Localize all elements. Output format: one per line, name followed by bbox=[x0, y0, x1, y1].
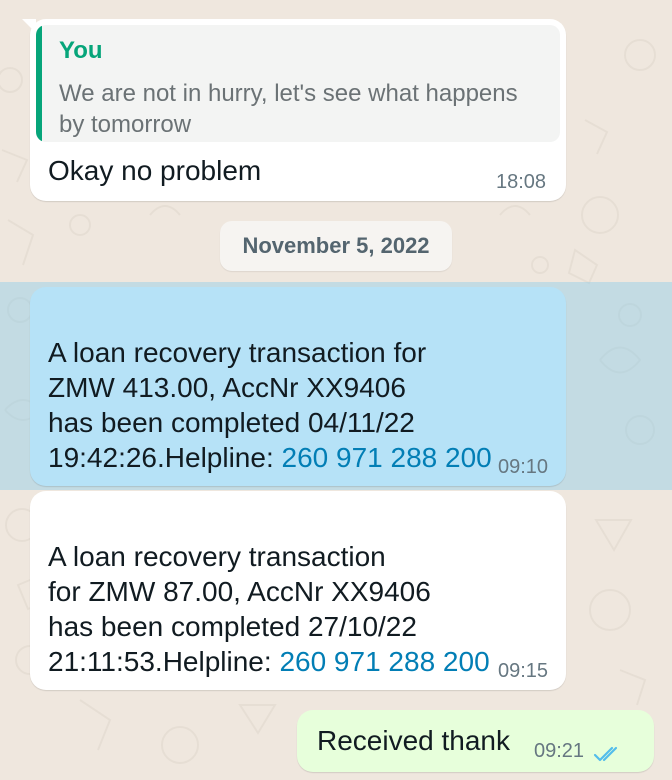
chat-conversation[interactable]: You We are not in hurry, let's see what … bbox=[0, 0, 672, 780]
helpline-phone-link[interactable]: 260 971 288 200 bbox=[282, 442, 492, 473]
message-time: 09:21 bbox=[534, 740, 585, 762]
message-text: Okay no problem bbox=[48, 155, 262, 186]
message-time: 09:15 bbox=[498, 660, 549, 682]
double-check-read-icon bbox=[593, 746, 618, 762]
quote-accent-bar bbox=[36, 25, 42, 142]
quoted-message[interactable]: You We are not in hurry, let's see what … bbox=[36, 25, 560, 142]
message-text: A loan recovery transaction for ZMW 413.… bbox=[48, 300, 492, 475]
quoted-text: We are not in hurry, let's see what happ… bbox=[59, 80, 518, 138]
message-time: 18:08 bbox=[496, 171, 547, 193]
message-text: Received thank bbox=[317, 725, 511, 756]
helpline-phone-link[interactable]: 260 971 288 200 bbox=[279, 646, 489, 677]
message-bubble-reply[interactable]: You We are not in hurry, let's see what … bbox=[22, 19, 566, 201]
message-text: A loan recovery transaction for ZMW 87.0… bbox=[48, 504, 490, 679]
bubble-tail bbox=[22, 19, 36, 33]
message-bubble-1[interactable]: A loan recovery transaction for ZMW 413.… bbox=[30, 287, 566, 486]
message-bubble-2[interactable]: A loan recovery transaction for ZMW 87.0… bbox=[30, 491, 566, 690]
message-time: 09:10 bbox=[498, 456, 549, 478]
quoted-author: You bbox=[59, 37, 103, 64]
date-separator: November 5, 2022 bbox=[220, 221, 452, 271]
message-bubble-outgoing[interactable]: Received thank 09:21 bbox=[297, 710, 654, 772]
